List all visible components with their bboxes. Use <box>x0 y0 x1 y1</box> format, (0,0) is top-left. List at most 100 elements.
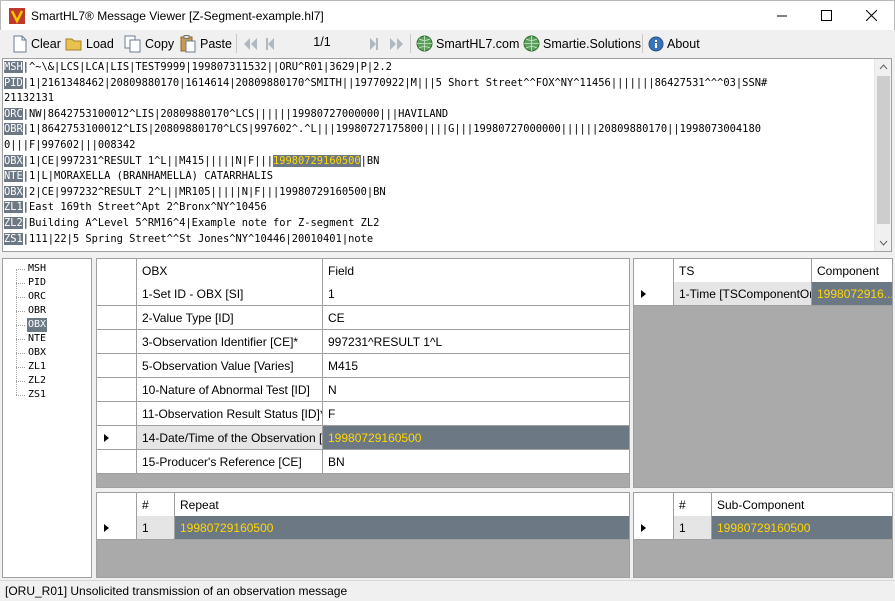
column-header-subcomponent[interactable]: Sub-Component <box>712 493 892 517</box>
tree-item[interactable]: OBX <box>27 346 47 360</box>
component-name-cell[interactable]: 1-Time [TSComponentOne] <box>674 282 812 306</box>
component-value-cell[interactable]: 1998072916... <box>812 282 892 306</box>
tree-item[interactable]: OBX <box>27 318 48 332</box>
row-selector[interactable] <box>97 330 137 354</box>
segment-id[interactable]: ORC <box>4 107 23 120</box>
message-text-area[interactable]: MSH|^~\&|LCS|LCA|LIS|TEST9999|1998073115… <box>2 58 892 252</box>
segment-content[interactable]: |1|CE|997231^RESULT 1^L||M415|||||N|F||| <box>23 155 273 167</box>
segment-content[interactable]: 0|||F|997602|||008342 <box>4 139 135 151</box>
last-page-button[interactable] <box>389 33 408 54</box>
tree-connector <box>16 269 25 270</box>
clear-button[interactable]: Clear <box>12 33 61 54</box>
segment-id[interactable]: MSH <box>4 61 23 73</box>
row-selector[interactable] <box>634 516 674 540</box>
column-header-field[interactable]: Field <box>323 259 629 283</box>
field-name-cell[interactable]: 10-Nature of Abnormal Test [ID] <box>137 378 323 402</box>
tree-item[interactable]: ORC <box>27 290 47 304</box>
message-scrollbar[interactable] <box>874 59 891 251</box>
highlighted-field[interactable]: 19980729160500 <box>273 154 361 167</box>
segment-content[interactable]: |1|8642753100012^LIS|20809880170^LCS|997… <box>23 123 761 135</box>
field-value-cell[interactable]: M415 <box>323 354 629 378</box>
segment-id[interactable]: OBX <box>4 154 23 167</box>
repeat-value-cell[interactable]: 19980729160500 <box>175 516 629 540</box>
row-selector[interactable] <box>97 450 137 474</box>
close-button[interactable] <box>849 1 894 30</box>
tree-item[interactable]: ZL1 <box>27 360 47 374</box>
load-button[interactable]: Load <box>65 33 114 54</box>
column-header-number[interactable]: # <box>137 493 175 517</box>
segment-content[interactable]: |2|CE|997232^RESULT 2^L||MR105|||||N|F||… <box>23 186 386 198</box>
scrollbar-thumb[interactable] <box>877 76 890 224</box>
segment-content[interactable]: |NW|8642753100012^LIS|20809880170^LCS|||… <box>23 108 448 120</box>
segment-content[interactable]: |111|22|5 Spring Street^^St Jones^NY^104… <box>23 233 373 245</box>
next-page-button[interactable] <box>366 33 383 54</box>
field-name-cell[interactable]: 1-Set ID - OBX [SI] <box>137 282 323 306</box>
field-value-cell[interactable]: 19980729160500 <box>323 426 629 450</box>
paste-button[interactable]: Paste <box>180 33 232 54</box>
field-value-cell[interactable]: CE <box>323 306 629 330</box>
segment-id[interactable]: ZL2 <box>4 216 23 229</box>
column-header-segment[interactable]: OBX <box>137 259 323 283</box>
field-name-cell[interactable]: 11-Observation Result Status [ID]* <box>137 402 323 426</box>
segment-content[interactable]: |East 169th Street^Apt 2^Bronx^NY^10456 <box>23 201 267 213</box>
field-value-cell[interactable]: F <box>323 402 629 426</box>
column-header-component[interactable]: Component <box>812 259 892 283</box>
field-value-cell[interactable]: 997231^RESULT 1^L <box>323 330 629 354</box>
first-page-button[interactable] <box>242 33 261 54</box>
segment-content[interactable]: |BN <box>361 155 380 167</box>
field-value-cell[interactable]: BN <box>323 450 629 474</box>
field-name-cell[interactable]: 15-Producer's Reference [CE] <box>137 450 323 474</box>
previous-page-button[interactable] <box>264 33 281 54</box>
message-line: NTE|1|L|MORAXELLA (BRANHAMELLA) CATARRHA… <box>4 169 891 185</box>
segment-content[interactable]: 21132131 <box>4 92 54 104</box>
field-name-cell[interactable]: 3-Observation Identifier [CE]* <box>137 330 323 354</box>
column-header-ts[interactable]: TS <box>674 259 812 283</box>
segment-id[interactable]: NTE <box>4 170 23 183</box>
row-selector[interactable] <box>97 282 137 306</box>
tree-item[interactable]: OBR <box>27 304 47 318</box>
subcomponent-number-cell[interactable]: 1 <box>674 516 712 540</box>
tree-item[interactable]: ZL2 <box>27 374 47 388</box>
row-selector[interactable] <box>97 516 137 540</box>
segment-id[interactable]: ZS1 <box>4 232 23 245</box>
message-line: MSH|^~\&|LCS|LCA|LIS|TEST9999|1998073115… <box>4 60 891 76</box>
segment-content[interactable]: |^~\&|LCS|LCA|LIS|TEST9999|199807311532|… <box>23 61 392 73</box>
about-button[interactable]: About <box>648 33 700 54</box>
column-header-repeat[interactable]: Repeat <box>175 493 629 517</box>
minimize-button[interactable] <box>759 1 804 30</box>
row-selector[interactable] <box>97 378 137 402</box>
tree-item[interactable]: ZS1 <box>27 388 47 402</box>
field-name-cell[interactable]: 2-Value Type [ID] <box>137 306 323 330</box>
tree-item[interactable]: PID <box>27 276 47 290</box>
segment-content[interactable]: |Building A^Level 5^RM16^4|Example note … <box>23 217 380 229</box>
tree-item[interactable]: NTE <box>27 332 47 346</box>
segment-id[interactable]: OBX <box>4 185 23 198</box>
column-header-number[interactable]: # <box>674 493 712 517</box>
repeat-grid: # Repeat 1 19980729160500 <box>96 492 630 578</box>
field-name-cell[interactable]: 14-Date/Time of the Observation [TS] <box>137 426 323 450</box>
copy-button[interactable]: Copy <box>124 33 174 54</box>
row-header-corner <box>634 493 674 517</box>
scroll-up-icon[interactable] <box>875 59 892 75</box>
smartie-link[interactable]: Smartie.Solutions <box>523 33 641 54</box>
subcomponent-value-cell[interactable]: 19980729160500 <box>712 516 892 540</box>
repeat-number-cell[interactable]: 1 <box>137 516 175 540</box>
tree-item[interactable]: MSH <box>27 262 47 276</box>
segment-content[interactable]: |1|L|MORAXELLA (BRANHAMELLA) CATARRHALIS <box>23 170 273 182</box>
segment-id[interactable]: PID <box>4 76 23 89</box>
segment-id[interactable]: ZL1 <box>4 201 23 214</box>
message-line: OBX|2|CE|997232^RESULT 2^L||MR105|||||N|… <box>4 185 891 201</box>
row-selector[interactable] <box>634 282 674 306</box>
field-name-cell[interactable]: 5-Observation Value [Varies] <box>137 354 323 378</box>
row-selector[interactable] <box>97 426 137 450</box>
row-selector[interactable] <box>97 354 137 378</box>
scroll-down-icon[interactable] <box>875 235 892 251</box>
row-selector[interactable] <box>97 306 137 330</box>
smarthl7-link[interactable]: SmartHL7.com <box>416 33 519 54</box>
field-value-cell[interactable]: N <box>323 378 629 402</box>
segment-content[interactable]: |1|2161348462|20809880170|1614614|208098… <box>23 77 767 89</box>
maximize-button[interactable] <box>804 1 849 30</box>
segment-id[interactable]: OBR <box>4 123 23 136</box>
row-selector[interactable] <box>97 402 137 426</box>
field-value-cell[interactable]: 1 <box>323 282 629 306</box>
